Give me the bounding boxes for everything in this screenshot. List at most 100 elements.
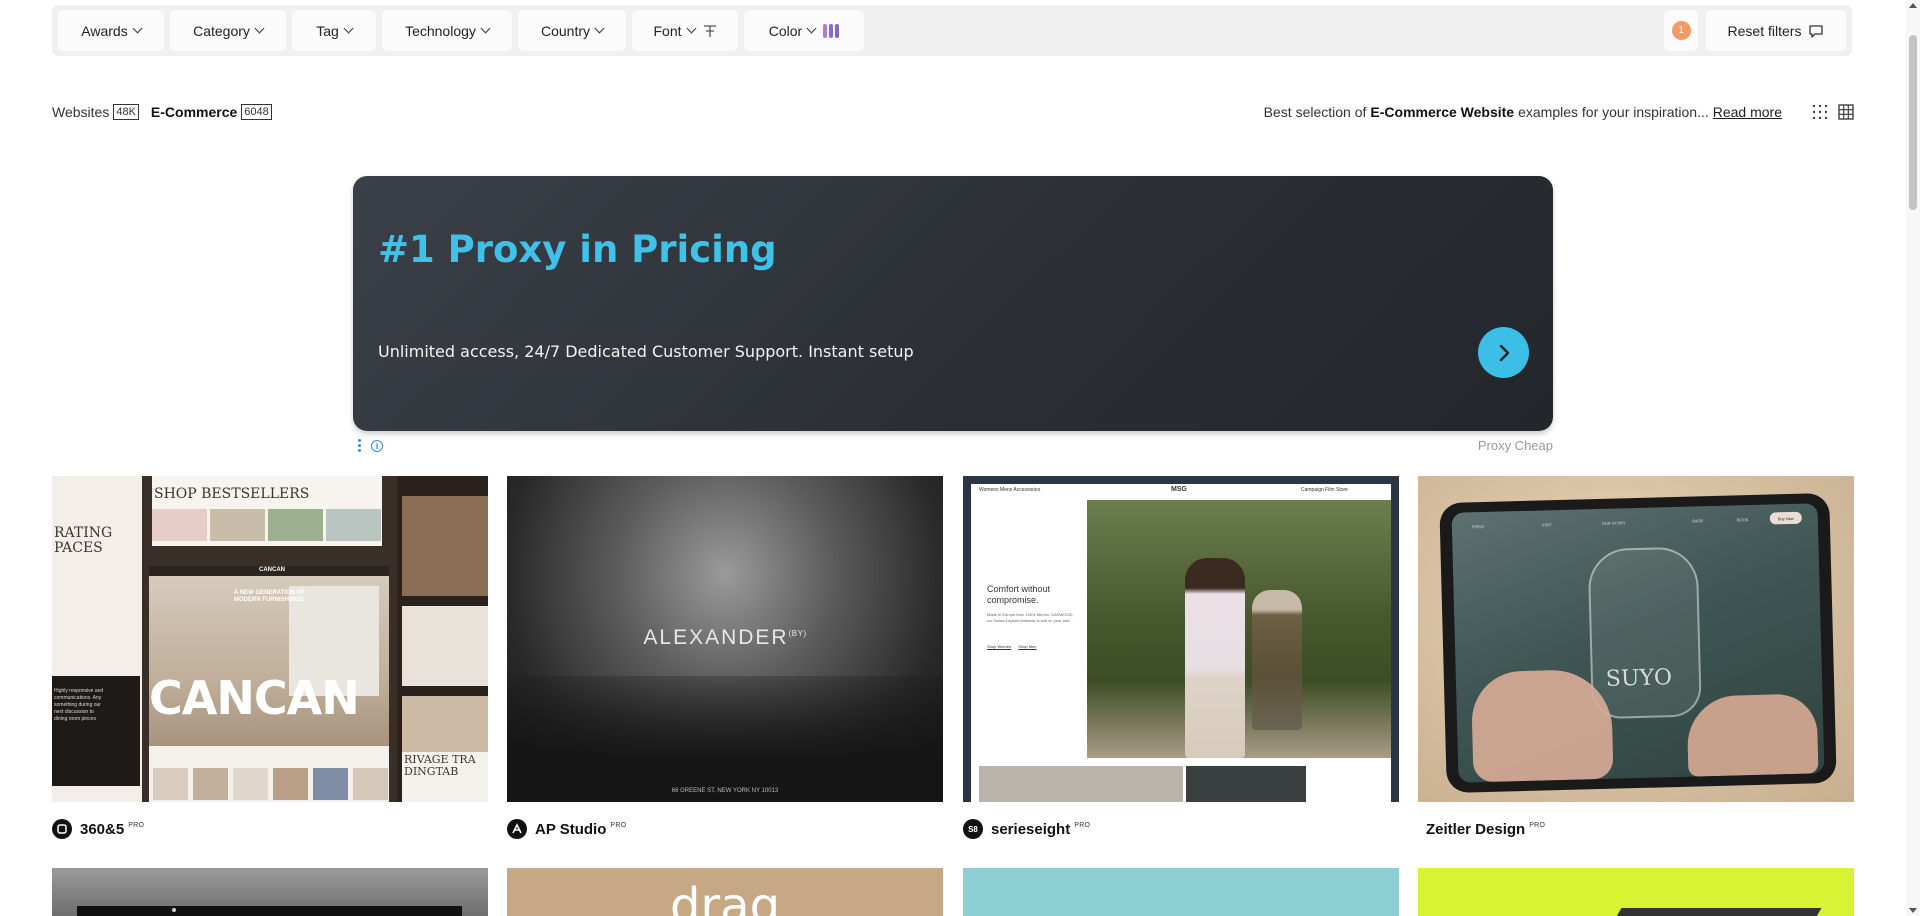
thumb-nav-right: Campaign Film Store: [1301, 487, 1348, 493]
color-filter-label: Color: [768, 22, 803, 39]
chevron-right-icon: [1499, 344, 1509, 361]
thumb-headline: SHOP BESTSELLERS: [154, 486, 310, 502]
chevron-down-icon: [254, 23, 265, 34]
tag-filter-button[interactable]: Tag: [292, 10, 376, 51]
site-thumbnail[interactable]: [52, 868, 488, 916]
pro-badge: PRO: [128, 821, 145, 829]
site-thumbnail[interactable]: drag: [507, 868, 943, 916]
ad-arrow-button[interactable]: [1478, 327, 1529, 378]
site-card[interactable]: RATING PACES Highly responsive and commun…: [52, 476, 488, 839]
site-thumbnail[interactable]: [1418, 868, 1854, 916]
scroll-up-icon[interactable]: [1909, 3, 1917, 8]
read-more-link[interactable]: Read more: [1713, 104, 1782, 120]
thumb-menu-item: OUR STORY: [1601, 520, 1626, 526]
site-name[interactable]: serieseight: [991, 821, 1070, 838]
site-card[interactable]: PISCO VISIT OUR STORY SHOP BOOK Buy Now …: [1418, 476, 1854, 839]
site-logo-icon: [52, 819, 72, 839]
technology-filter-label: Technology: [405, 22, 476, 39]
ad-sponsor[interactable]: Proxy Cheap: [1478, 438, 1553, 453]
color-swatches-icon: [823, 23, 840, 38]
thumb-menu-item: SHOP: [1691, 518, 1704, 524]
thumb-nav-brand: CANCAN: [259, 567, 285, 573]
intro-prefix: Best selection of: [1263, 104, 1367, 120]
country-filter-button[interactable]: Country: [518, 10, 626, 51]
site-name[interactable]: AP Studio: [535, 821, 606, 838]
thumb-brand: CANCAN: [149, 671, 360, 725]
site-logo-icon: S8: [963, 819, 983, 839]
active-filter-count-value: 1: [1671, 21, 1691, 40]
active-filter-count[interactable]: 1: [1664, 10, 1698, 51]
thumb-headline: Comfort without compromise.: [987, 584, 1051, 605]
site-thumbnail[interactable]: RATING PACES Highly responsive and commun…: [52, 476, 488, 802]
site-meta: Zeitler Design PRO: [1418, 819, 1854, 839]
scroll-thumb[interactable]: [1909, 35, 1917, 210]
color-filter-button[interactable]: Color: [744, 10, 864, 51]
site-thumbnail[interactable]: [963, 868, 1399, 916]
breadcrumb-websites[interactable]: Websites 48K: [52, 104, 139, 120]
site-meta: AP Studio PRO: [507, 819, 943, 839]
category-filter-button[interactable]: Category: [170, 10, 286, 51]
thumb-nav-left: Womens Mens Accessories: [979, 487, 1041, 493]
country-filter-label: Country: [540, 22, 591, 39]
large-grid-view-icon[interactable]: [1838, 104, 1854, 120]
site-name[interactable]: Zeitler Design: [1426, 821, 1525, 838]
site-meta: 360&5 PRO: [52, 819, 488, 839]
thumb-menu-item: BOOK: [1736, 517, 1749, 523]
thumb-brand: drag: [669, 878, 781, 916]
intro-suffix: examples for your inspiration...: [1518, 104, 1709, 120]
reset-filters-button[interactable]: Reset filters: [1706, 10, 1846, 51]
site-logo-icon: [507, 819, 527, 839]
small-grid-view-icon[interactable]: [1812, 104, 1828, 120]
font-filter-label: Font: [653, 22, 682, 39]
site-thumbnail[interactable]: ALEXANDER(BY) 66 GREENE ST, NEW YORK NY …: [507, 476, 943, 802]
chevron-down-icon: [686, 23, 696, 34]
font-size-icon: [703, 24, 716, 37]
font-filter-button[interactable]: Font: [632, 10, 738, 51]
breadcrumb: Websites 48K E-Commerce 6048: [52, 102, 284, 122]
awards-filter-label: Awards: [81, 22, 128, 39]
breadcrumb-websites-label: Websites: [52, 104, 110, 120]
chevron-down-icon: [343, 23, 354, 34]
scroll-down-icon[interactable]: [1909, 908, 1917, 913]
site-card[interactable]: Womens Mens Accessories MSG Campaign Fil…: [963, 476, 1399, 839]
chevron-down-icon: [132, 23, 143, 34]
thumb-body: Made in Europe from 100% Merino. DARWOOD…: [987, 612, 1074, 623]
thumb-hero-text: A NEW GENERATION OF MODERN FURNISHINGS: [234, 590, 305, 603]
reset-icon: [1809, 24, 1824, 38]
ad-options-icon[interactable]: [358, 439, 362, 454]
thumb-brand-sup: (BY): [788, 629, 807, 638]
ad-info-icon[interactable]: i: [371, 440, 383, 452]
technology-filter-button[interactable]: Technology: [382, 10, 512, 51]
reset-filters-label: Reset filters: [1727, 22, 1802, 39]
ecommerce-count-badge: 6048: [241, 104, 272, 120]
site-thumbnail[interactable]: PISCO VISIT OUR STORY SHOP BOOK Buy Now …: [1418, 476, 1854, 802]
ad-info-label: i: [375, 441, 379, 451]
pro-badge: PRO: [610, 821, 627, 829]
thumb-address: 66 GREENE ST, NEW YORK NY 10013: [671, 788, 779, 794]
thumb-bottom-right-text: RIVAGE TRA DINGTAB: [402, 752, 488, 802]
ad-banner[interactable]: #1 Proxy in Pricing Unlimited access, 24…: [353, 176, 1553, 431]
thumb-left-text: RATING PACES: [54, 525, 113, 556]
category-filter-label: Category: [193, 22, 250, 39]
page-scrollbar[interactable]: [1906, 0, 1920, 916]
thumb-brand: ALEXANDER(BY): [507, 626, 943, 650]
tag-filter-label: Tag: [316, 22, 339, 39]
intro-bold: E-Commerce Website: [1370, 104, 1515, 120]
ad-title: #1 Proxy in Pricing: [378, 228, 777, 271]
site-card[interactable]: ALEXANDER(BY) 66 GREENE ST, NEW YORK NY …: [507, 476, 943, 839]
awards-filter-button[interactable]: Awards: [58, 10, 164, 51]
thumb-brand-text: ALEXANDER: [643, 626, 789, 649]
websites-count-badge: 48K: [113, 104, 139, 120]
site-name[interactable]: 360&5: [80, 821, 124, 838]
thumb-nav-brand: MSG: [1171, 486, 1187, 493]
site-thumbnail[interactable]: Womens Mens Accessories MSG Campaign Fil…: [963, 476, 1399, 802]
category-intro: Best selection of E-Commerce Website exa…: [1264, 102, 1854, 122]
pro-badge: PRO: [1074, 821, 1091, 829]
chevron-down-icon: [806, 23, 817, 34]
breadcrumb-ecommerce-label: E-Commerce: [150, 104, 238, 120]
breadcrumb-ecommerce[interactable]: E-Commerce 6048: [151, 104, 272, 120]
thumb-buy-pill: Buy Now: [1769, 511, 1802, 525]
pro-badge: PRO: [1529, 821, 1546, 829]
thumb-menu-item: VISIT: [1541, 522, 1552, 528]
ad-subtitle: Unlimited access, 24/7 Dedicated Custome…: [378, 342, 914, 361]
